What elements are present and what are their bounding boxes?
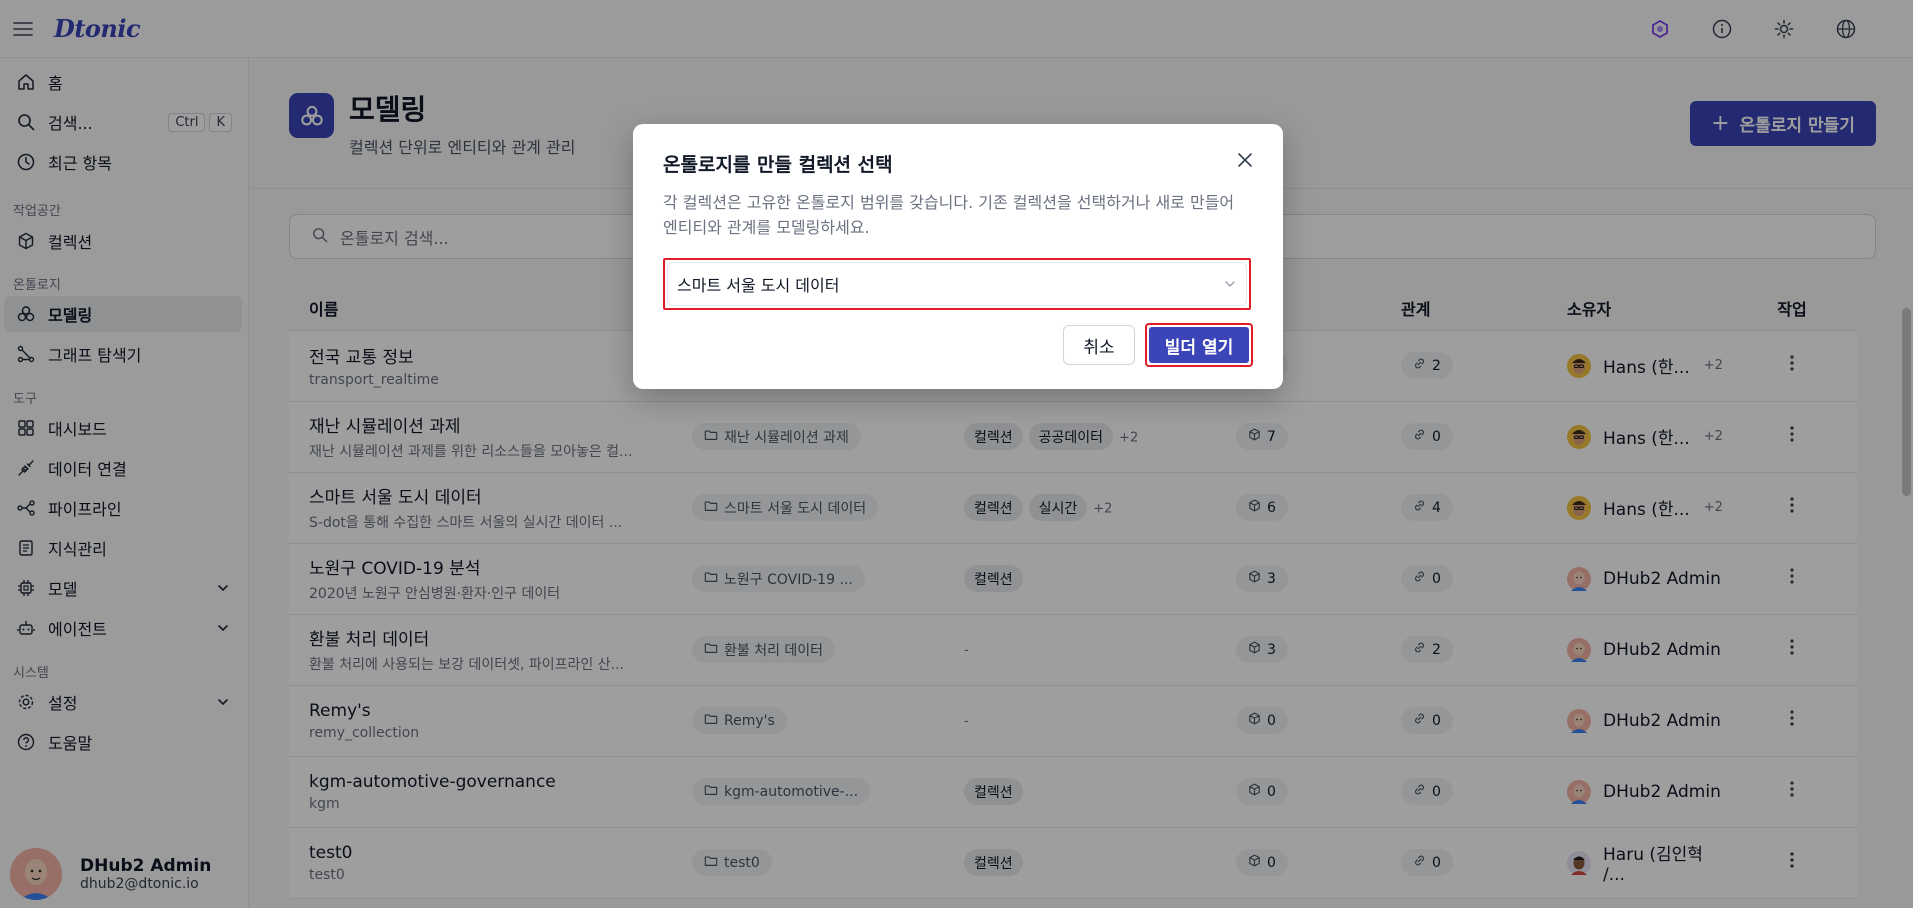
collection-select-value: 스마트 서울 도시 데이터 bbox=[677, 276, 840, 295]
collection-select[interactable]: 스마트 서울 도시 데이터 bbox=[663, 258, 1251, 310]
close-icon[interactable] bbox=[1233, 148, 1257, 172]
open-builder-button[interactable]: 빌더 열기 bbox=[1145, 323, 1253, 367]
chevron-down-icon bbox=[1223, 276, 1237, 295]
cancel-button[interactable]: 취소 bbox=[1063, 325, 1135, 365]
open-builder-label: 빌더 열기 bbox=[1149, 327, 1249, 363]
scrollbar-thumb[interactable] bbox=[1902, 308, 1911, 496]
select-collection-dialog: 온톨로지를 만들 컬렉션 선택 각 컬렉션은 고유한 온톨로지 범위를 갖습니다… bbox=[633, 124, 1283, 389]
dialog-title: 온톨로지를 만들 컬렉션 선택 bbox=[663, 154, 893, 176]
dialog-description: 각 컬렉션은 고유한 온톨로지 범위를 갖습니다. 기존 컬렉션을 선택하거나 … bbox=[663, 193, 1235, 237]
